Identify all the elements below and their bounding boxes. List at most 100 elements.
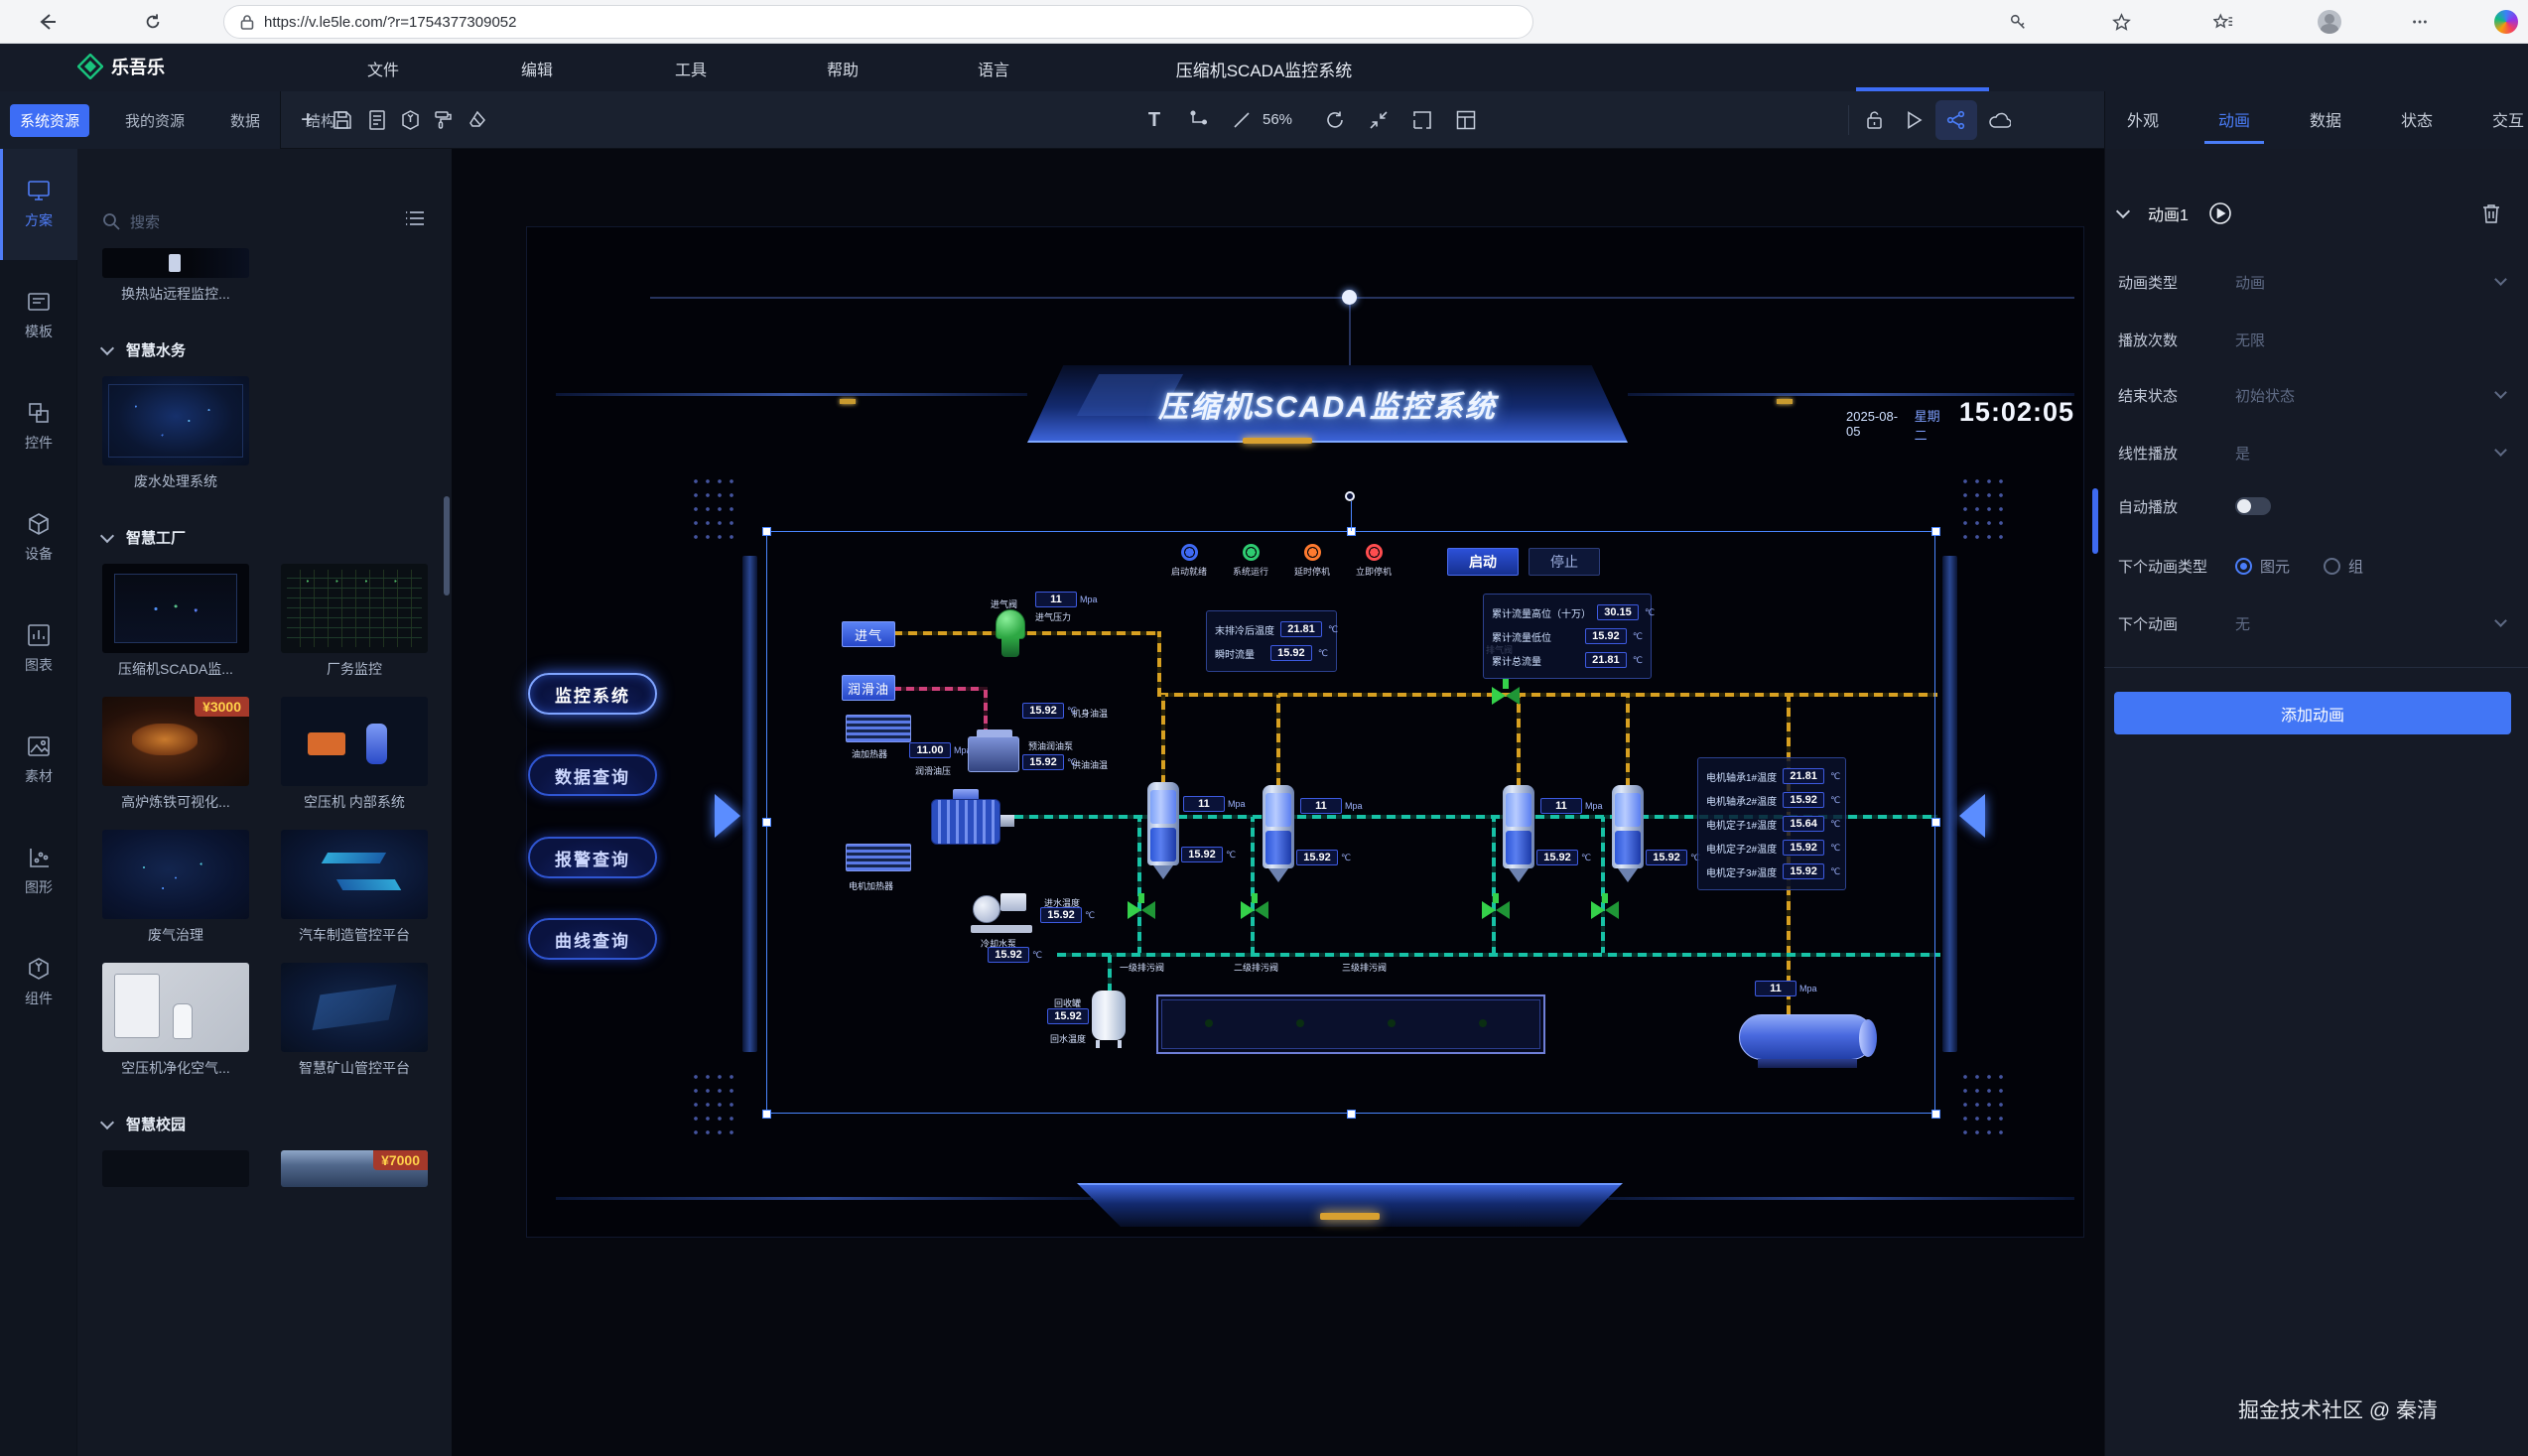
field-线性播放[interactable]: 线性播放是 [2118, 441, 2511, 464]
thumbnail-压缩机SCADA监...[interactable] [102, 564, 249, 653]
rotate-handle[interactable] [1345, 491, 1355, 501]
section-智慧校园[interactable]: 智慧校园 [102, 1114, 430, 1134]
save-icon[interactable] [328, 105, 357, 135]
tab-我的资源[interactable]: 我的资源 [115, 104, 195, 137]
resource-item[interactable]: ¥3000高炉炼铁可视化... [102, 697, 249, 826]
thumbnail-高炉炼铁可视化...[interactable]: ¥3000 [102, 697, 249, 786]
recycle-tank[interactable] [1092, 991, 1126, 1040]
start-button[interactable]: 启动 [1447, 548, 1519, 576]
shape-library-icon[interactable] [395, 105, 425, 135]
tab-系统资源[interactable]: 系统资源 [10, 104, 89, 137]
browser-back-icon[interactable] [34, 8, 62, 36]
eraser-icon[interactable] [463, 105, 492, 135]
resource-item[interactable]: ¥7000 [281, 1150, 428, 1187]
thumbnail-空压机 内部系统[interactable] [281, 697, 428, 786]
electric-motor[interactable] [931, 789, 1014, 846]
thumbnail-厂务监控[interactable] [281, 564, 428, 653]
scada-menu-数据查询[interactable]: 数据查询 [528, 754, 657, 796]
selection-handle[interactable] [1931, 818, 1940, 827]
scada-menu-曲线查询[interactable]: 曲线查询 [528, 918, 657, 960]
thumbnail-换热站远程监控...[interactable] [102, 248, 249, 278]
browser-refresh-icon[interactable] [139, 8, 167, 36]
selection-handle[interactable] [762, 818, 771, 827]
resource-item[interactable] [102, 1150, 249, 1187]
connector-tool-icon[interactable] [1184, 105, 1214, 135]
sidebar-item-设备[interactable]: 设备 [0, 482, 77, 594]
browser-avatar[interactable] [2316, 8, 2343, 36]
line-tool-icon[interactable] [1227, 105, 1257, 135]
browser-menu-icon[interactable] [2406, 8, 2434, 36]
thumbnail-campus[interactable]: ¥7000 [281, 1150, 428, 1187]
list-view-icon[interactable] [405, 210, 425, 226]
stop-button[interactable]: 停止 [1529, 548, 1600, 576]
section-智慧工厂[interactable]: 智慧工厂 [102, 527, 430, 548]
resource-item[interactable]: 厂务监控 [281, 564, 428, 693]
address-bar[interactable]: https://v.le5le.com/?r=1754377309052 [223, 5, 1533, 39]
valve[interactable] [1492, 687, 1520, 705]
resource-item[interactable]: 压缩机SCADA监... [102, 564, 249, 693]
sidebar-item-控件[interactable]: 控件 [0, 371, 77, 482]
password-key-icon[interactable] [2004, 8, 2032, 36]
thumbnail-汽车制造管控平台[interactable] [281, 830, 428, 919]
field-播放次数[interactable]: 播放次数无限 [2118, 328, 2511, 351]
inspector-tab-状态[interactable]: 状态 [2401, 107, 2433, 131]
selection-handle[interactable] [1347, 1110, 1356, 1119]
collections-icon[interactable] [2209, 8, 2237, 36]
play-animation-icon[interactable] [2208, 201, 2232, 225]
share-button[interactable] [1935, 100, 1977, 140]
cooler-box[interactable] [1156, 994, 1545, 1054]
thumbnail-废气治理[interactable] [102, 830, 249, 919]
field-结束状态[interactable]: 结束状态初始状态 [2118, 383, 2511, 407]
separator-tank[interactable] [1501, 785, 1536, 882]
valve[interactable] [1591, 901, 1619, 919]
delete-animation-icon[interactable] [2481, 202, 2501, 224]
field-动画类型[interactable]: 动画类型动画 [2118, 270, 2511, 294]
canvas-scrollbar[interactable] [2092, 488, 2098, 554]
inspector-tab-动画[interactable]: 动画 [2218, 107, 2250, 131]
unlock-icon[interactable] [1860, 105, 1890, 135]
inspector-tab-交互[interactable]: 交互 [2492, 107, 2524, 131]
fit-view-icon[interactable] [1364, 105, 1394, 135]
autoplay-toggle[interactable] [2235, 497, 2271, 515]
text-tool-icon[interactable]: T [1139, 105, 1169, 135]
panel-scrollbar[interactable] [444, 496, 450, 596]
selection-handle[interactable] [762, 527, 771, 536]
sidebar-item-组件[interactable]: 组件 [0, 927, 77, 1038]
collapse-chevron-icon[interactable] [2116, 204, 2130, 218]
resource-item[interactable]: 空压机净化空气... [102, 963, 249, 1092]
selection-handle[interactable] [1931, 527, 1940, 536]
thumbnail-空压机净化空气...[interactable] [102, 963, 249, 1052]
radio-group[interactable] [2324, 558, 2340, 575]
resource-item[interactable]: 换热站远程监控... [102, 248, 249, 318]
separator-tank[interactable] [1261, 785, 1296, 882]
sidebar-item-图形[interactable]: 图形 [0, 816, 77, 927]
separator-tank[interactable] [1145, 782, 1181, 879]
oil-tank[interactable] [968, 736, 1019, 772]
sidebar-item-素材[interactable]: 素材 [0, 705, 77, 816]
resource-item[interactable]: 汽车制造管控平台 [281, 830, 428, 959]
copilot-icon[interactable] [2492, 8, 2520, 36]
resource-item[interactable]: 废气治理 [102, 830, 249, 959]
inspector-tab-数据[interactable]: 数据 [2310, 107, 2341, 131]
valve[interactable] [1482, 901, 1510, 919]
sidebar-item-模板[interactable]: 模板 [0, 260, 77, 371]
sidebar-item-图表[interactable]: 图表 [0, 594, 77, 705]
selection-handle[interactable] [1931, 1110, 1940, 1119]
paint-roller-icon[interactable] [428, 105, 458, 135]
favorite-star-icon[interactable] [2107, 8, 2135, 36]
valve[interactable] [1128, 901, 1155, 919]
thumbnail-智慧矿山管控平台[interactable] [281, 963, 428, 1052]
scada-menu-报警查询[interactable]: 报警查询 [528, 837, 657, 878]
add-icon[interactable]: + [293, 105, 323, 135]
selection-handle[interactable] [762, 1110, 771, 1119]
air-storage-tank[interactable] [1739, 1014, 1874, 1060]
scada-menu-监控系统[interactable]: 监控系统 [528, 673, 657, 715]
right-collapse-arrow[interactable] [1959, 794, 1985, 838]
thumbnail-废水处理系统[interactable] [102, 376, 249, 465]
resource-item[interactable]: 智慧矿山管控平台 [281, 963, 428, 1092]
inspector-tab-外观[interactable]: 外观 [2127, 107, 2159, 131]
section-智慧水务[interactable]: 智慧水务 [102, 339, 430, 360]
cloud-icon[interactable] [1985, 105, 2015, 135]
separator-tank[interactable] [1610, 785, 1646, 882]
table-layout-icon[interactable] [1451, 105, 1481, 135]
